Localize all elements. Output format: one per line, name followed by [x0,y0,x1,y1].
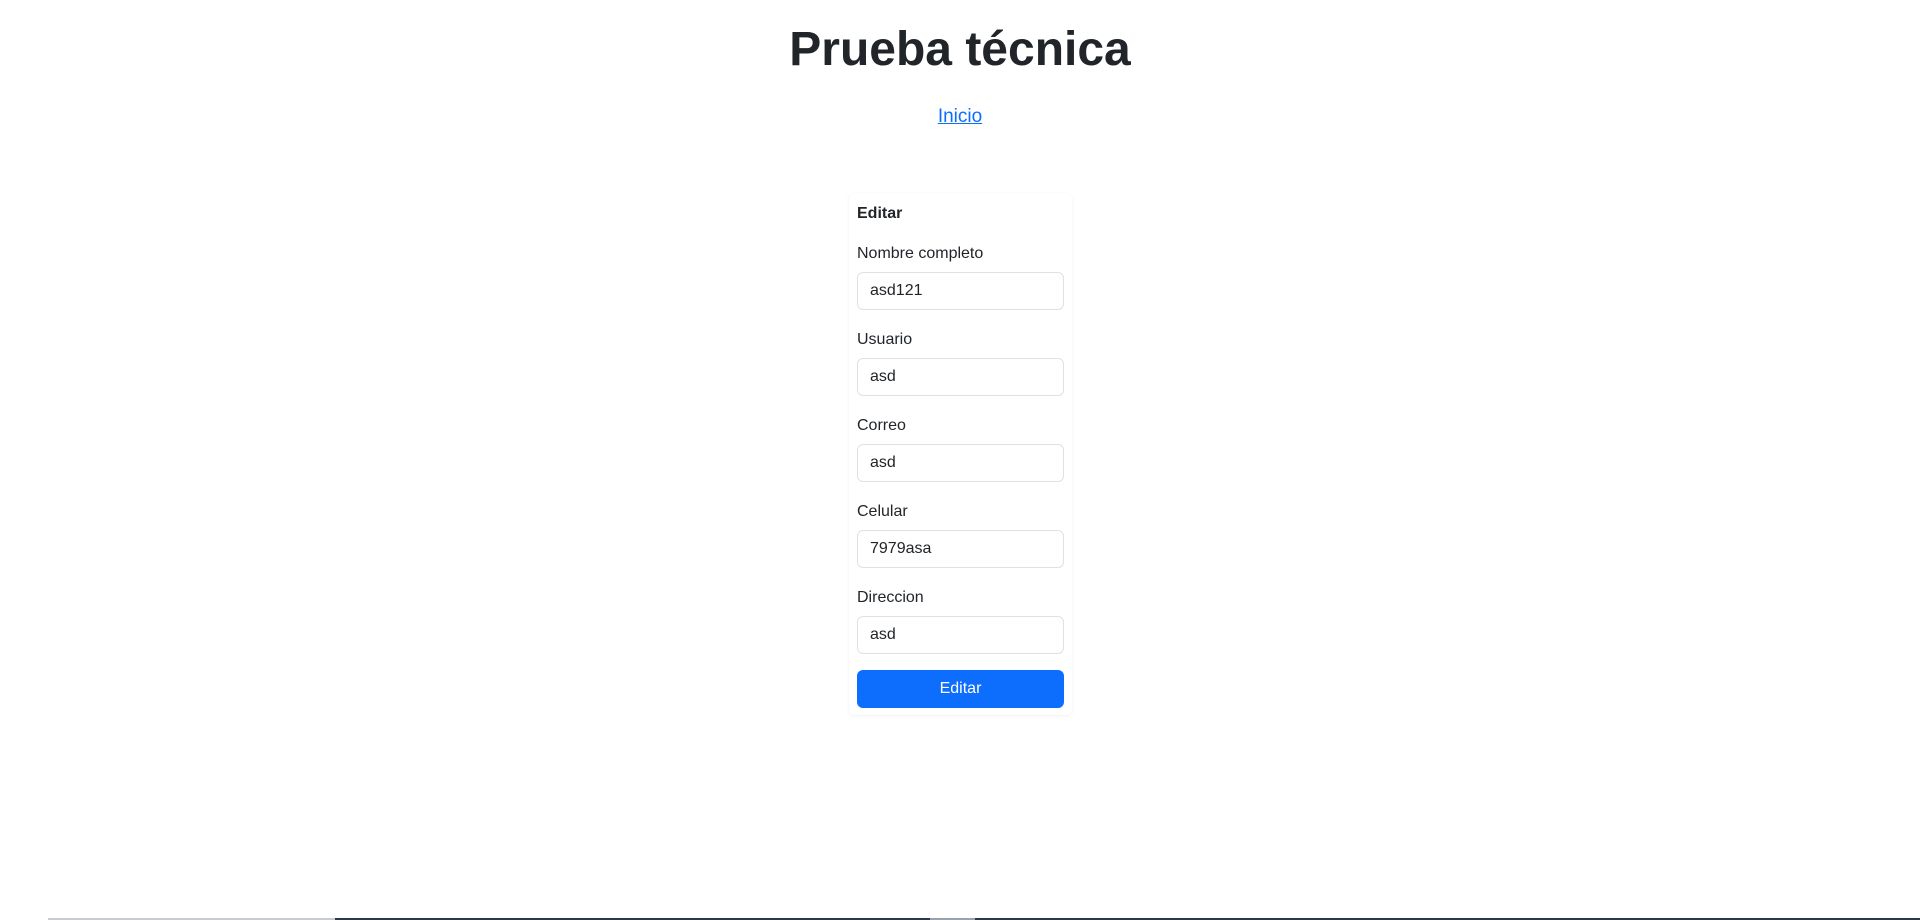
email-input[interactable] [857,444,1064,482]
edit-submit-button[interactable]: Editar [857,670,1064,708]
full-name-label: Nombre completo [857,245,984,262]
username-label: Usuario [857,331,913,348]
address-input[interactable] [857,616,1064,654]
home-link-wrapper: Inicio [0,105,1920,129]
address-label: Direccion [857,589,924,606]
page: Prueba técnica Inicio Editar Nombre comp… [0,0,1920,920]
page-title: Prueba técnica [789,23,1131,76]
phone-label: Celular [857,503,908,520]
home-link[interactable]: Inicio [938,106,982,127]
edit-form-card: Editar Nombre completo Usuario Correo Ce… [849,193,1072,715]
form-title: Editar [857,205,903,222]
email-label: Correo [857,417,906,434]
phone-input[interactable] [857,530,1064,568]
full-name-input[interactable] [857,272,1064,310]
username-input[interactable] [857,358,1064,396]
